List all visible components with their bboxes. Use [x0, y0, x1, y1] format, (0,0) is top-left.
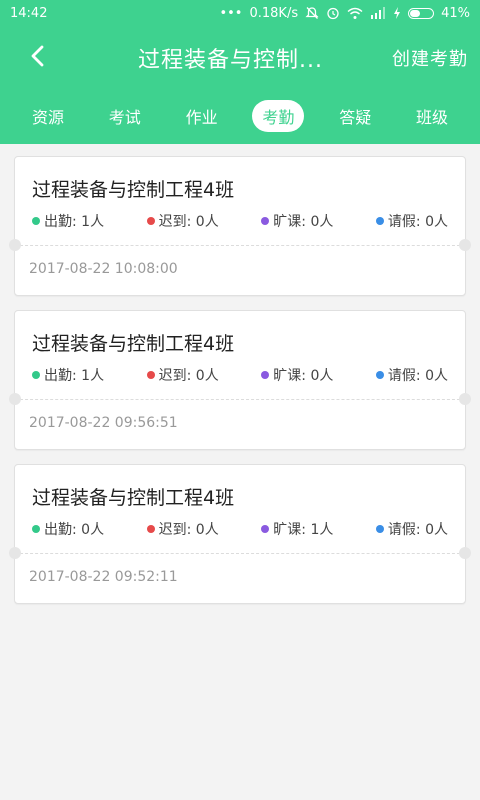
attendance-card[interactable]: 过程装备与控制工程4班 出勤: 1人 迟到: 0人 旷课: 0人 请假: 0人 …	[9, 156, 471, 296]
attendance-stats: 出勤: 1人 迟到: 0人 旷课: 0人 请假: 0人	[32, 365, 448, 385]
leave-stat: 请假: 0人	[375, 365, 448, 385]
late-count: 迟到: 0人	[158, 368, 219, 384]
ticket-notch	[9, 239, 21, 251]
charging-icon	[393, 7, 401, 19]
ticket-notch	[459, 393, 471, 405]
tab-homework[interactable]: 作业	[176, 100, 228, 132]
absent-dot-icon	[261, 217, 270, 225]
late-count: 迟到: 0人	[158, 214, 219, 230]
status-bar: 14:42 ••• 0.18K/s 41%	[0, 0, 480, 26]
present-count: 出勤: 1人	[44, 368, 105, 384]
ticket-notch	[9, 547, 21, 559]
absent-stat: 旷课: 1人	[261, 519, 333, 539]
attendance-card[interactable]: 过程装备与控制工程4班 出勤: 1人 迟到: 0人 旷课: 0人 请假: 0人 …	[9, 310, 471, 450]
dashed-divider	[15, 553, 465, 554]
battery-icon	[408, 7, 435, 19]
dashed-divider	[15, 245, 465, 246]
record-time: 2017-08-22 09:56:51	[29, 415, 178, 431]
late-dot-icon	[146, 217, 155, 225]
mute-icon	[305, 6, 319, 20]
present-stat: 出勤: 0人	[32, 519, 104, 539]
absent-stat: 旷课: 0人	[261, 365, 333, 385]
leave-count: 请假: 0人	[387, 214, 448, 230]
leave-dot-icon	[375, 217, 384, 225]
attendance-stats: 出勤: 1人 迟到: 0人 旷课: 0人 请假: 0人	[32, 211, 448, 231]
present-stat: 出勤: 1人	[32, 211, 104, 231]
battery-percent: 41%	[441, 5, 470, 21]
late-count: 迟到: 0人	[158, 522, 219, 538]
class-name: 过程装备与控制工程4班	[32, 333, 235, 355]
record-time: 2017-08-22 10:08:00	[29, 261, 178, 277]
net-speed: 0.18K/s	[249, 5, 299, 21]
record-time: 2017-08-22 09:52:11	[29, 569, 178, 585]
absent-count: 旷课: 1人	[273, 522, 334, 538]
ticket-notch	[9, 393, 21, 405]
leave-stat: 请假: 0人	[375, 211, 448, 231]
dashed-divider	[15, 399, 465, 400]
page-title: 过程装备与控制...	[138, 48, 323, 73]
absent-dot-icon	[261, 525, 270, 533]
alarm-icon	[326, 6, 340, 20]
tab-bar: 资源 考试 作业 考勤 答疑 班级	[0, 88, 480, 144]
attendance-list: 过程装备与控制工程4班 出勤: 1人 迟到: 0人 旷课: 0人 请假: 0人 …	[0, 144, 480, 604]
late-stat: 迟到: 0人	[146, 365, 219, 385]
signal-icon	[370, 7, 386, 19]
absent-stat: 旷课: 0人	[261, 211, 333, 231]
tab-qa[interactable]: 答疑	[329, 100, 381, 132]
attendance-stats: 出勤: 0人 迟到: 0人 旷课: 1人 请假: 0人	[32, 519, 448, 539]
title-bar: 过程装备与控制... 创建考勤	[0, 26, 480, 88]
late-dot-icon	[146, 525, 155, 533]
present-dot-icon	[32, 525, 40, 533]
leave-stat: 请假: 0人	[375, 519, 448, 539]
wifi-icon	[347, 7, 363, 20]
late-stat: 迟到: 0人	[146, 519, 219, 539]
class-name: 过程装备与控制工程4班	[32, 487, 235, 509]
create-attendance-button[interactable]: 创建考勤	[392, 45, 468, 71]
tab-exams[interactable]: 考试	[99, 100, 151, 132]
status-icons: ••• 0.18K/s 41%	[219, 6, 470, 21]
attendance-card[interactable]: 过程装备与控制工程4班 出勤: 0人 迟到: 0人 旷课: 1人 请假: 0人 …	[9, 464, 471, 604]
absent-count: 旷课: 0人	[273, 214, 334, 230]
present-count: 出勤: 0人	[44, 522, 105, 538]
tab-class[interactable]: 班级	[406, 100, 458, 132]
back-arrow-icon[interactable]	[26, 44, 50, 68]
present-stat: 出勤: 1人	[32, 365, 104, 385]
more-dots-icon: •••	[219, 5, 243, 21]
app-header: 14:42 ••• 0.18K/s 41% 过程装备与控制... 创建考勤 资源…	[0, 0, 480, 144]
late-stat: 迟到: 0人	[146, 211, 219, 231]
absent-count: 旷课: 0人	[273, 368, 334, 384]
ticket-notch	[459, 239, 471, 251]
tab-attendance[interactable]: 考勤	[252, 100, 305, 132]
present-dot-icon	[32, 217, 40, 225]
leave-dot-icon	[375, 525, 384, 533]
leave-dot-icon	[375, 371, 384, 379]
ticket-notch	[459, 547, 471, 559]
leave-count: 请假: 0人	[387, 368, 448, 384]
absent-dot-icon	[261, 371, 270, 379]
leave-count: 请假: 0人	[387, 522, 448, 538]
present-dot-icon	[32, 371, 40, 379]
present-count: 出勤: 1人	[44, 214, 105, 230]
late-dot-icon	[146, 371, 155, 379]
tab-resources[interactable]: 资源	[22, 100, 74, 132]
status-time: 14:42	[10, 5, 48, 21]
class-name: 过程装备与控制工程4班	[32, 179, 235, 201]
